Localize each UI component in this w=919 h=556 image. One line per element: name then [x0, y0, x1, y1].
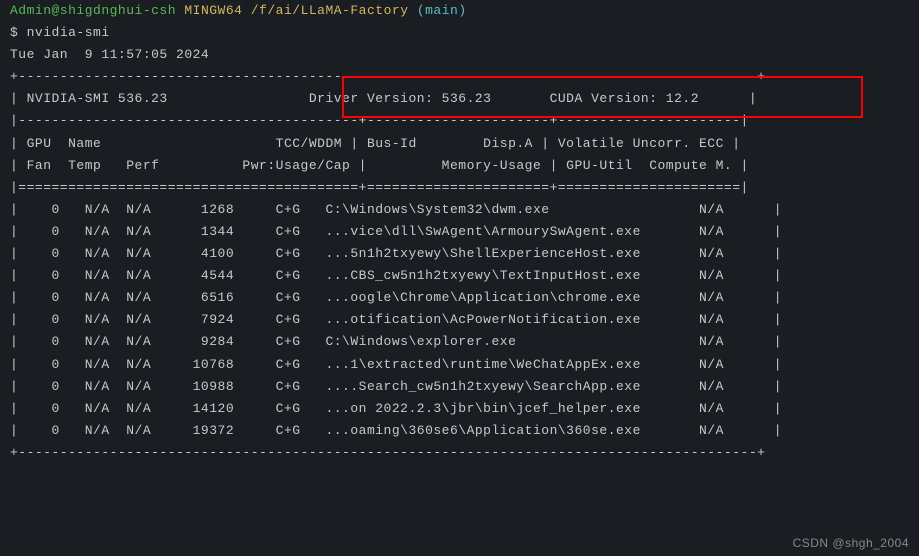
- nvidia-smi-output: +---------------------------------------…: [10, 66, 909, 464]
- terminal-window[interactable]: { "prompt": { "user_host": "Admin@shigdn…: [0, 0, 919, 556]
- cwd-path: /f/ai/LLaMA-Factory: [251, 3, 409, 18]
- command-text: nvidia-smi: [27, 25, 110, 40]
- user-host: Admin@shigdnghui-csh: [10, 3, 176, 18]
- shell-prompt-line: Admin@shigdnghui-csh MINGW64 /f/ai/LLaMA…: [10, 0, 909, 22]
- shell-name: MINGW64: [184, 3, 242, 18]
- watermark-text: CSDN @shgh_2004: [793, 533, 909, 553]
- prompt-symbol: $: [10, 25, 18, 40]
- git-branch: (main): [417, 3, 467, 18]
- command-line: $ nvidia-smi: [10, 22, 909, 44]
- timestamp-line: Tue Jan 9 11:57:05 2024: [10, 44, 909, 66]
